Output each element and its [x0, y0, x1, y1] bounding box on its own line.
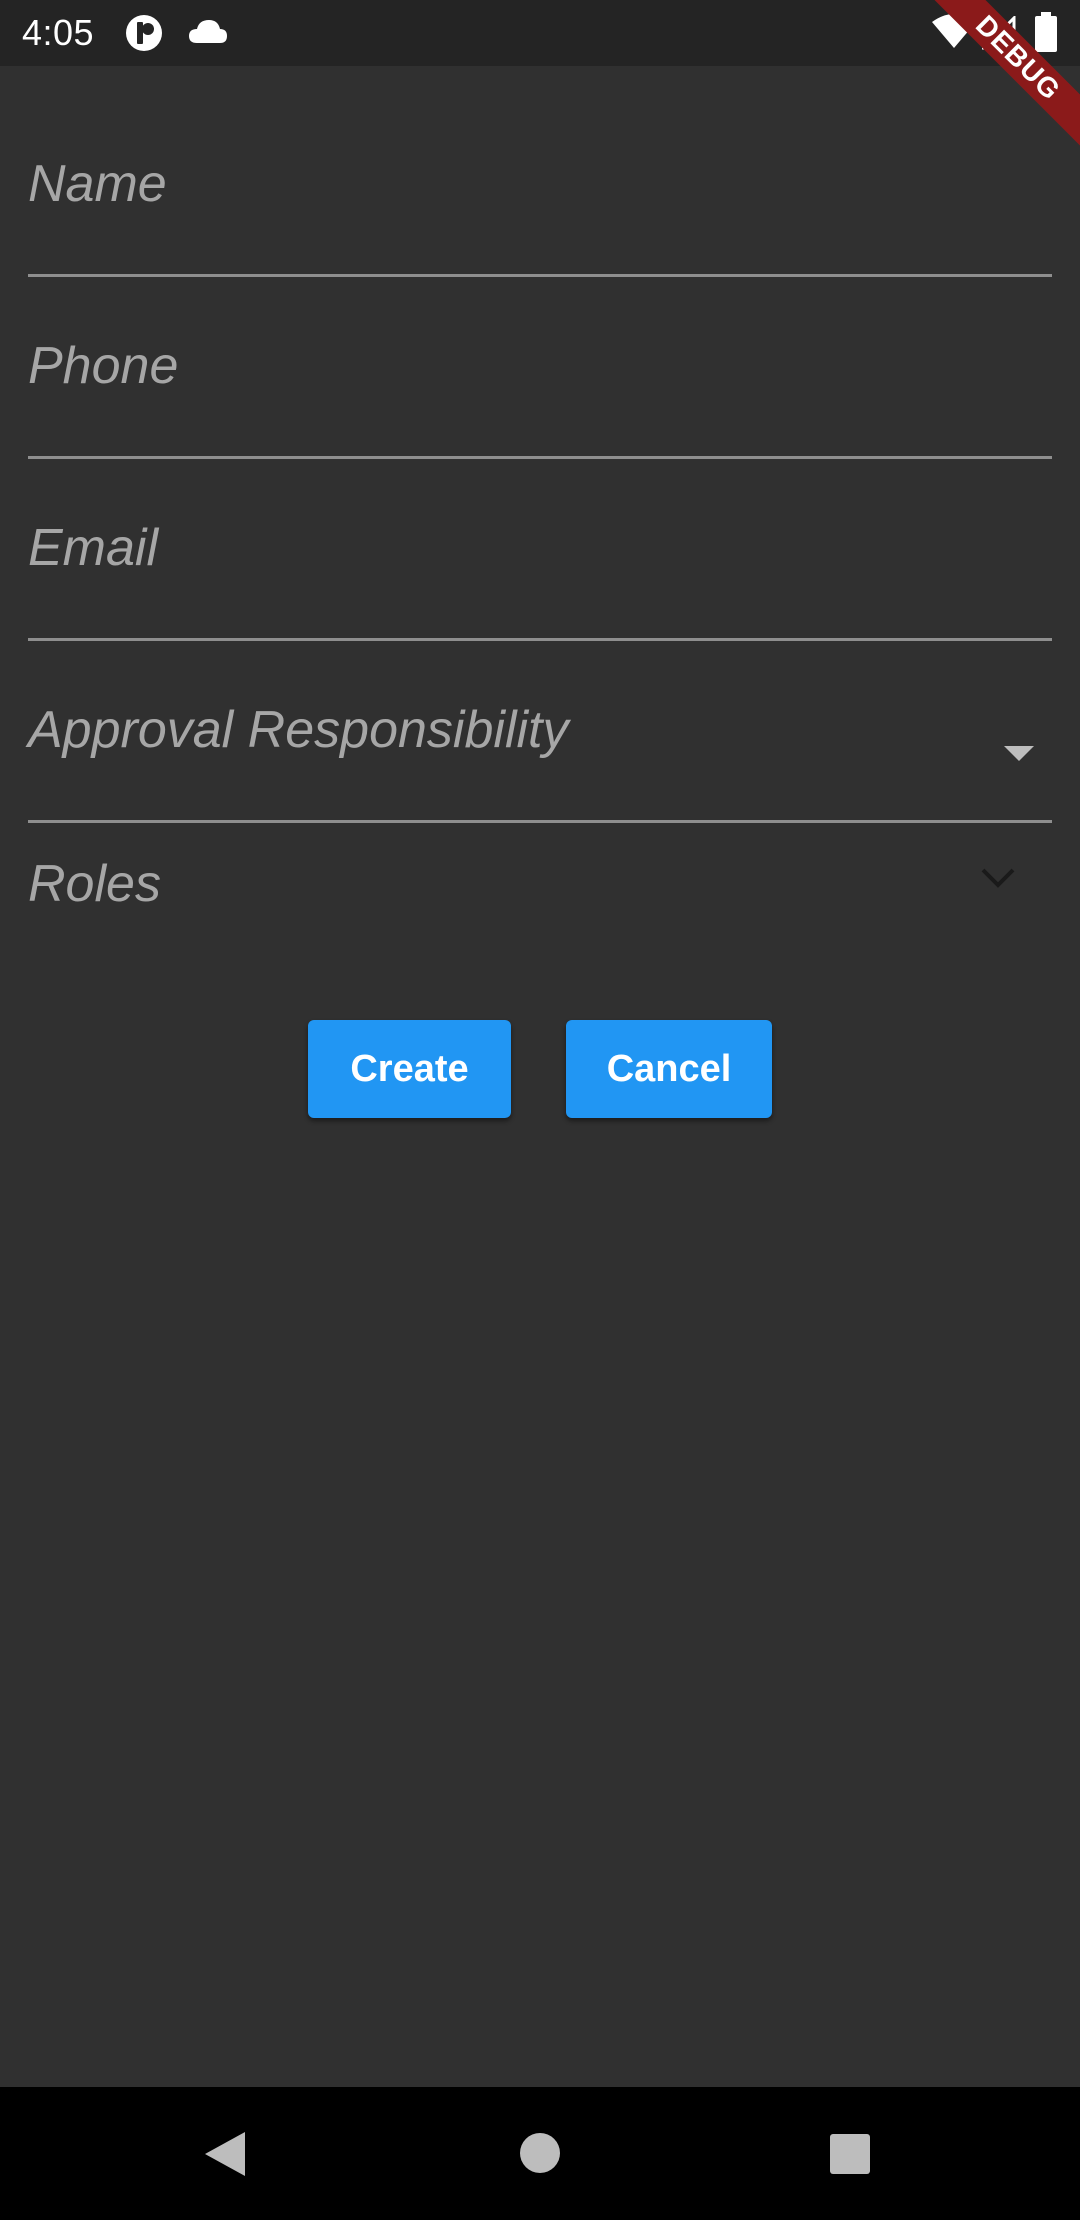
app-notification-icon: [126, 15, 162, 51]
approval-responsibility-label: Approval Responsibility: [28, 701, 569, 759]
home-icon[interactable]: [519, 2132, 561, 2174]
create-button[interactable]: Create: [308, 1020, 511, 1118]
dropdown-triangle-icon: [1004, 746, 1034, 761]
battery-icon: [1035, 12, 1057, 52]
name-field-label: Name: [28, 155, 167, 213]
back-icon[interactable]: [203, 2130, 247, 2178]
phone-field[interactable]: Phone: [28, 322, 1052, 460]
app-screen: 4:05 DEBUG Name Phone Email Approval Res…: [0, 0, 1080, 2220]
phone-field-label: Phone: [28, 337, 179, 395]
approval-responsibility-dropdown[interactable]: Approval Responsibility: [28, 686, 1052, 824]
status-time: 4:05: [22, 12, 95, 53]
name-field-underline: [28, 274, 1052, 277]
chevron-down-icon[interactable]: [980, 866, 1016, 890]
recents-icon[interactable]: [829, 2133, 871, 2175]
phone-field-underline: [28, 456, 1052, 459]
cancel-button[interactable]: Cancel: [566, 1020, 772, 1118]
email-field-underline: [28, 638, 1052, 641]
email-field[interactable]: Email: [28, 504, 1052, 642]
name-field[interactable]: Name: [28, 140, 1052, 278]
roles-dropdown[interactable]: Roles: [28, 840, 1052, 940]
cell-signal-icon: [982, 16, 1016, 50]
status-bar: 4:05: [0, 0, 1080, 66]
navigation-bar: [0, 2087, 1080, 2220]
wifi-icon: [932, 14, 976, 48]
roles-label: Roles: [28, 855, 161, 913]
cloud-icon: [189, 20, 227, 43]
email-field-label: Email: [28, 519, 159, 577]
approval-responsibility-underline: [28, 820, 1052, 823]
